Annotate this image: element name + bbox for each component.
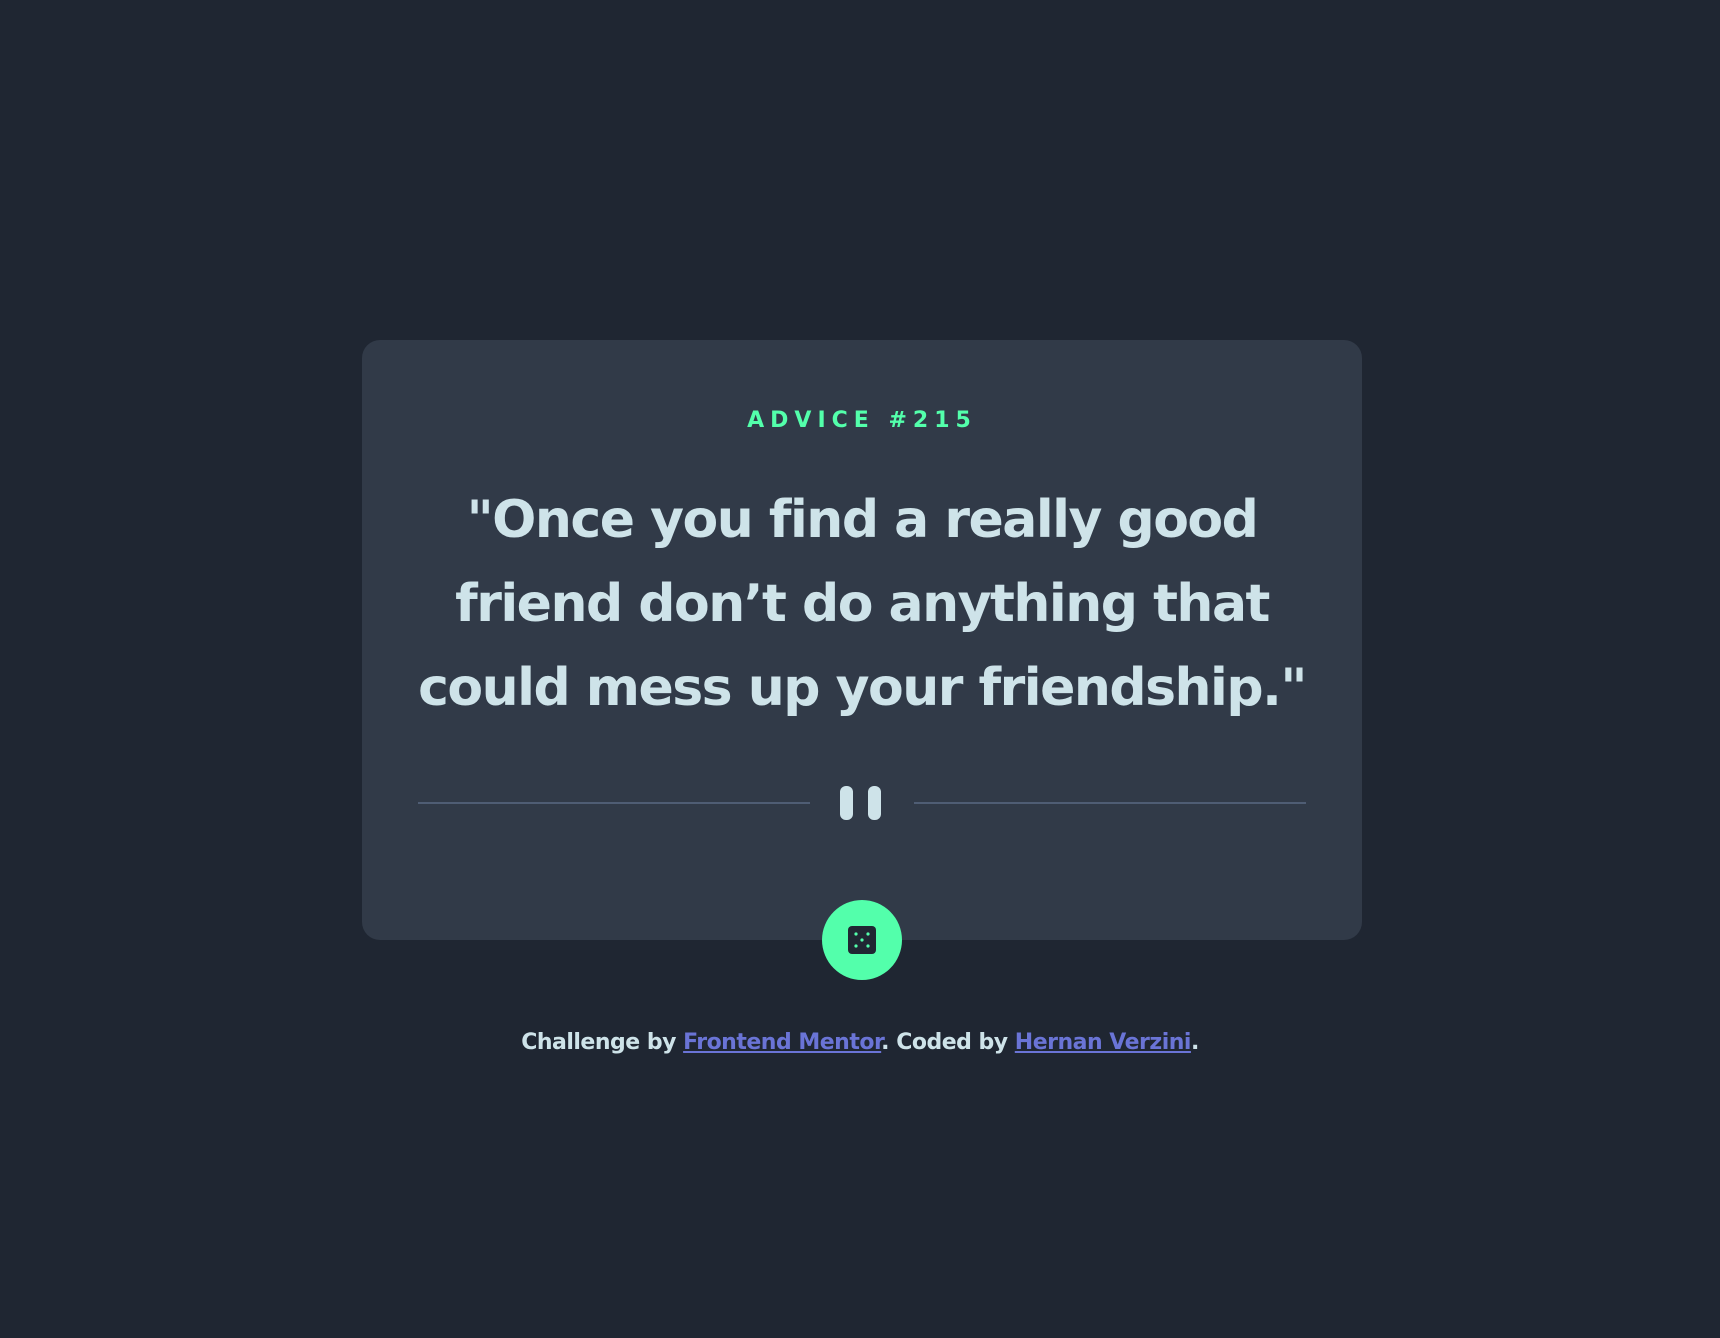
pause-icon xyxy=(840,786,884,820)
dice-button[interactable] xyxy=(822,900,902,980)
advice-quote: "Once you find a really good friend don’… xyxy=(418,490,1307,718)
attribution: Challenge by Frontend Mentor. Coded by H… xyxy=(0,1030,1720,1055)
divider-line-left xyxy=(418,802,810,804)
pause-bar-right xyxy=(868,786,881,820)
attribution-coded-text: . Coded by xyxy=(881,1030,1015,1055)
advice-card: ADVICE #215 "Once you find a really good… xyxy=(362,340,1362,940)
attribution-suffix: . xyxy=(1190,1030,1199,1055)
advice-number: ADVICE #215 xyxy=(747,408,977,433)
author-link[interactable]: Hernan Verzini xyxy=(1015,1030,1192,1055)
pause-bar-left xyxy=(840,786,853,820)
frontend-mentor-link[interactable]: Frontend Mentor xyxy=(683,1030,882,1055)
attribution-challenge-text: Challenge by xyxy=(521,1030,684,1055)
dice-icon xyxy=(848,926,876,954)
divider-line-right xyxy=(914,802,1306,804)
pattern-divider xyxy=(418,786,1306,820)
